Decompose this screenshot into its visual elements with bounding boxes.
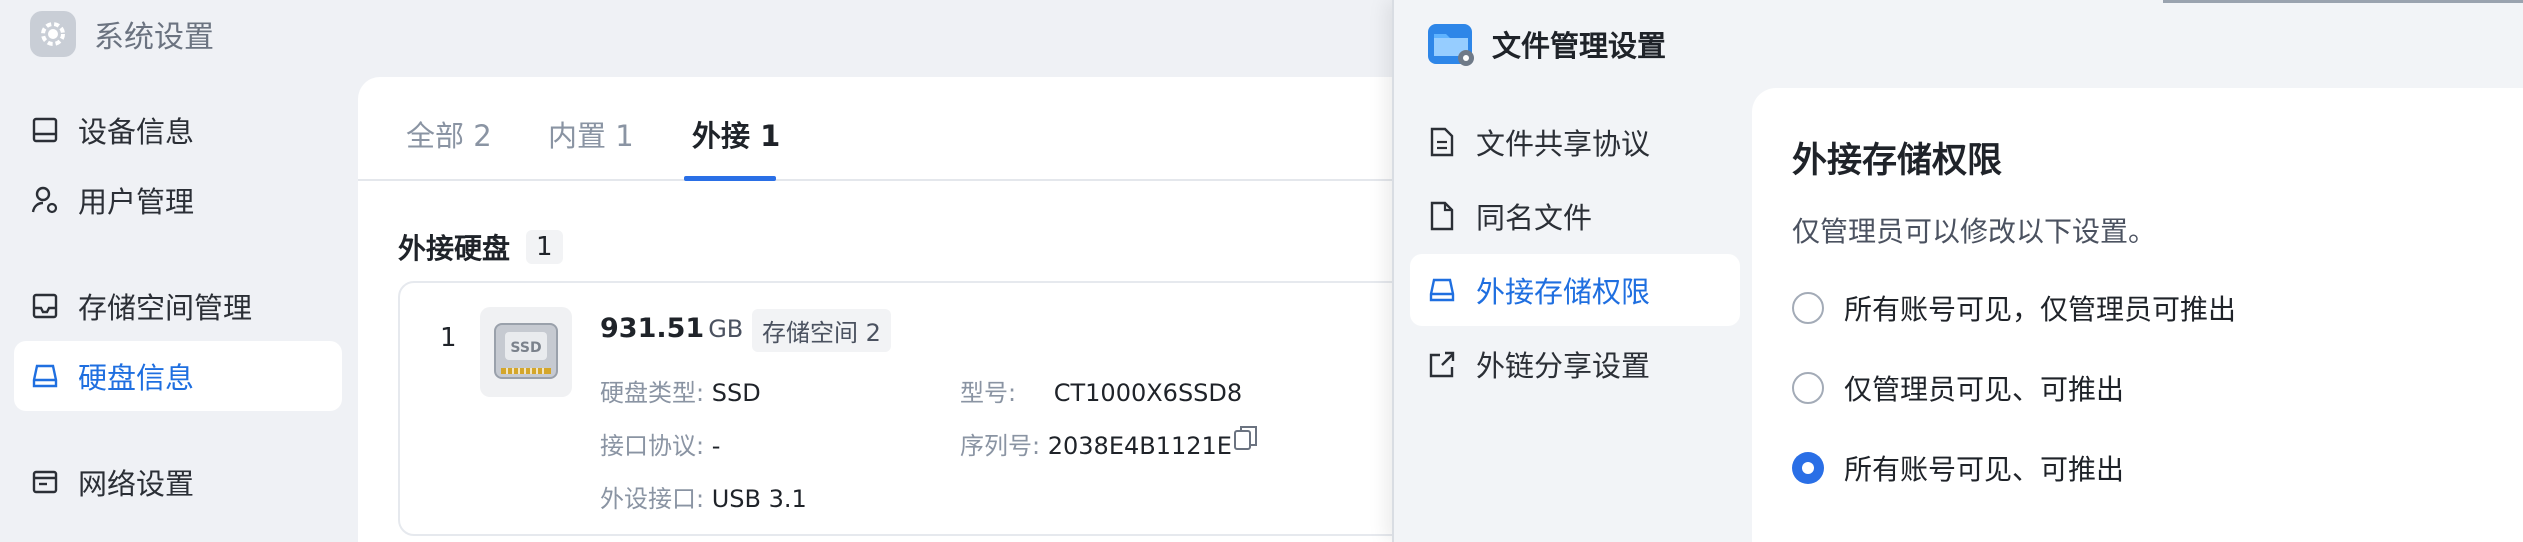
disk-size-value: 931.51: [600, 313, 705, 344]
disk-port-row: 外设接口: USB 3.1: [600, 479, 807, 514]
sidebar-item-storage-management[interactable]: 存储空间管理: [14, 271, 342, 341]
fm-nav-same-name-files[interactable]: 同名文件: [1410, 180, 1740, 252]
disk-protocol-row: 接口协议: -: [600, 426, 720, 461]
disk-icon: [32, 364, 58, 388]
ssd-drive-icon: SSD: [480, 307, 572, 397]
disk-info-content: 全部 2 内置 1 外接 1 外接硬盘 1 1 SSD 931.51 GB 存储…: [358, 77, 1498, 542]
fm-nav-label: 外链分享设置: [1476, 349, 1651, 383]
disk-type-label: 硬盘类型:: [600, 379, 705, 407]
disk-model-row: 型号: CT1000X6SSD8: [960, 373, 1242, 408]
fm-window-title: 文件管理设置: [1492, 29, 1667, 63]
sidebar-item-network-settings[interactable]: 网络设置: [14, 447, 342, 517]
svg-text:SSD: SSD: [510, 340, 541, 356]
option-label: 所有账号可见，仅管理员可推出: [1844, 293, 2237, 326]
option-admin-only[interactable]: 仅管理员可见、可推出: [1792, 368, 2124, 408]
sidebar-item-user-management[interactable]: 用户管理: [14, 165, 342, 235]
sidebar-item-device-info[interactable]: 设备信息: [14, 95, 342, 165]
disk-type-value: SSD: [711, 379, 761, 407]
sidebar: 设备信息 用户管理 存储空间管理 硬盘信息 网络设置: [14, 95, 342, 517]
option-all-visible-admin-eject[interactable]: 所有账号可见，仅管理员可推出: [1792, 288, 2236, 328]
radio-button[interactable]: [1792, 372, 1824, 404]
fm-sidebar: 文件共享协议 同名文件 外接存储权限 外链分享设置: [1410, 106, 1740, 402]
system-settings-window: 系统设置 设备信息 用户管理 存储空间管理 硬盘信息 网络设置 全部 2 内置 …: [0, 0, 1498, 542]
radio-button[interactable]: [1792, 292, 1824, 324]
storage-icon: [32, 293, 58, 319]
disk-serial-label: 序列号:: [960, 432, 1041, 460]
network-icon: [32, 470, 58, 494]
disk-port-label: 外设接口:: [600, 485, 705, 513]
disk-protocol-label: 接口协议:: [600, 432, 705, 460]
disk-card[interactable]: 1 SSD 931.51 GB 存储空间 2 硬盘类型: SSD 型号: CT1…: [398, 281, 1498, 536]
fm-nav-label: 外接存储权限: [1476, 275, 1651, 309]
storage-pool-tag: 存储空间 2: [752, 309, 891, 352]
fm-header: 文件管理设置: [1426, 20, 1666, 68]
fm-nav-external-storage-permission[interactable]: 外接存储权限: [1410, 254, 1740, 326]
radio-button-selected[interactable]: [1792, 452, 1824, 484]
disk-protocol-value: -: [711, 432, 721, 460]
app-title: 系统设置: [94, 20, 214, 55]
tab-external[interactable]: 外接 1: [692, 113, 780, 155]
panel-description: 仅管理员可以修改以下设置。: [1792, 215, 2157, 248]
disk-size-unit: GB: [708, 315, 744, 343]
fm-nav-label: 文件共享协议: [1476, 127, 1651, 161]
app-header: 系统设置: [30, 8, 214, 60]
sidebar-item-label: 设备信息: [78, 115, 195, 149]
sidebar-item-label: 用户管理: [78, 185, 195, 219]
disk-port-value: USB 3.1: [711, 485, 807, 513]
sidebar-item-label: 硬盘信息: [78, 361, 195, 395]
share-icon: [1429, 351, 1455, 378]
disk-index: 1: [440, 323, 457, 353]
active-tab-indicator: [684, 176, 776, 181]
disk-type-row: 硬盘类型: SSD: [600, 373, 761, 408]
sidebar-item-label: 存储空间管理: [78, 291, 253, 325]
copy-icon[interactable]: [1233, 424, 1259, 452]
tab-all[interactable]: 全部 2: [406, 113, 492, 155]
document-icon: [1430, 127, 1454, 157]
file-manager-settings-window: 文件管理设置 文件共享协议 同名文件 外接存储权限 外链分享设置 外接存储权限 …: [1392, 0, 2523, 542]
device-info-icon: [32, 117, 58, 143]
fm-nav-file-sharing-protocol[interactable]: 文件共享协议: [1410, 106, 1740, 178]
section-count-badge: 1: [526, 230, 563, 264]
disk-serial-row: 序列号: 2038E4B1121E: [960, 426, 1232, 461]
panel-title: 外接存储权限: [1792, 141, 2003, 181]
window-top-border: [2163, 0, 2523, 3]
file-icon: [1430, 201, 1454, 231]
disk-serial-value: 2038E4B1121E: [1047, 432, 1232, 460]
option-label: 仅管理员可见、可推出: [1844, 373, 2125, 406]
tab-internal[interactable]: 内置 1: [548, 113, 634, 155]
fm-nav-label: 同名文件: [1476, 201, 1593, 235]
disk-tabs: 全部 2 内置 1 外接 1: [358, 77, 1458, 181]
external-storage-permission-panel: 外接存储权限 仅管理员可以修改以下设置。 所有账号可见，仅管理员可推出 仅管理员…: [1752, 88, 2523, 542]
disk-capacity: 931.51 GB: [600, 313, 743, 344]
disk-model-label: 型号:: [960, 379, 1017, 407]
fm-nav-external-link-share[interactable]: 外链分享设置: [1410, 328, 1740, 400]
external-drive-icon: [1429, 278, 1455, 302]
settings-gear-icon: [30, 11, 76, 57]
sidebar-item-label: 网络设置: [78, 467, 195, 501]
section-title: 外接硬盘 1: [398, 227, 563, 267]
user-icon: [31, 186, 58, 214]
folder-settings-icon: [1428, 24, 1474, 66]
option-label: 所有账号可见、可推出: [1844, 453, 2125, 486]
section-title-text: 外接硬盘: [398, 232, 511, 265]
sidebar-item-disk-info[interactable]: 硬盘信息: [14, 341, 342, 411]
disk-model-value: CT1000X6SSD8: [1053, 379, 1243, 407]
option-all-visible-all-eject[interactable]: 所有账号可见、可推出: [1792, 448, 2124, 488]
